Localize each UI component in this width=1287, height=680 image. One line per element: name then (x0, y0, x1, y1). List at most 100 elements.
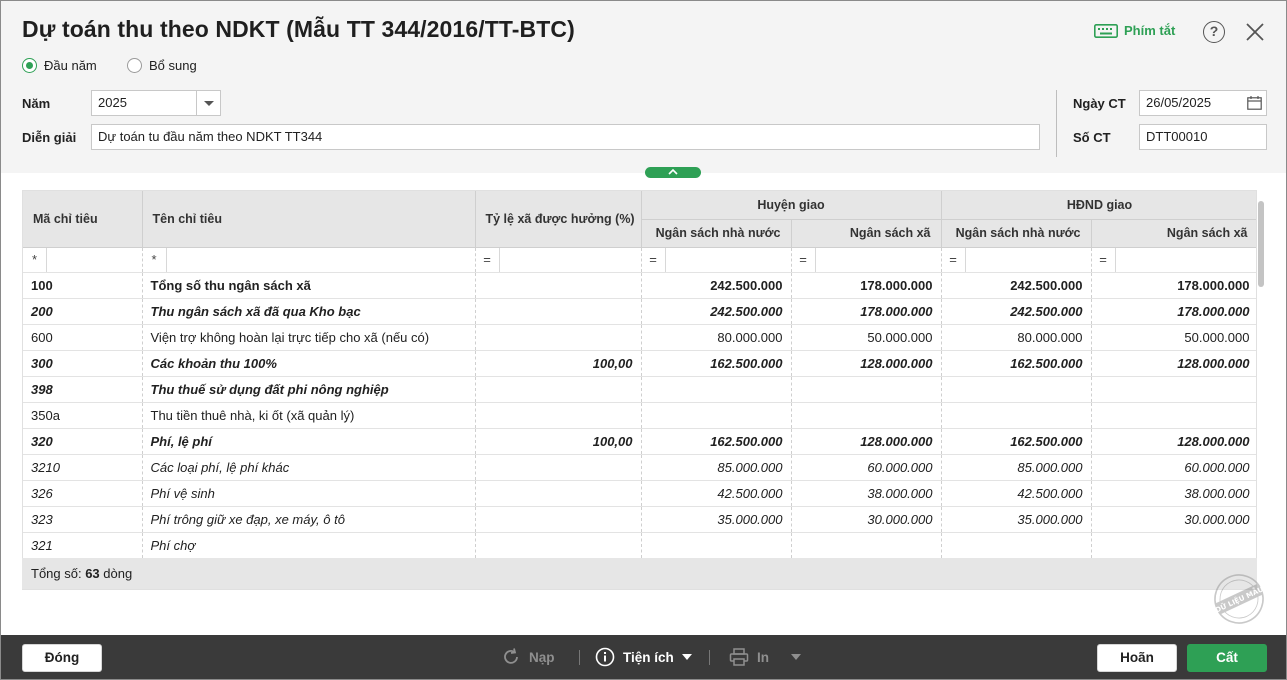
col-header-name[interactable]: Tên chỉ tiêu (142, 191, 476, 248)
cell-name[interactable]: Tổng số thu ngân sách xã (142, 272, 476, 299)
date-input[interactable]: 26/05/2025 (1139, 90, 1267, 116)
cell-huyen-commune[interactable]: 50.000.000 (791, 324, 942, 351)
cell-huyen-state[interactable]: 80.000.000 (641, 324, 792, 351)
cell-code[interactable]: 200 (23, 298, 143, 325)
cell-huyen-commune[interactable]: 30.000.000 (791, 506, 942, 533)
cell-huyen-commune[interactable]: 178.000.000 (791, 298, 942, 325)
cell-huyen-commune[interactable]: 128.000.000 (791, 428, 942, 455)
close-icon[interactable] (1244, 21, 1266, 43)
table-row[interactable]: 3210 Các loại phí, lệ phí khác 85.000.000 6… (23, 454, 1256, 481)
collapse-header-button[interactable] (645, 167, 701, 178)
cell-name[interactable]: Thu tiền thuê nhà, ki ốt (xã quản lý) (142, 402, 476, 429)
table-row[interactable]: 100 Tổng số thu ngân sách xã 242.500.000 17… (23, 272, 1256, 299)
close-button[interactable]: Đóng (22, 644, 102, 672)
cell-huyen-commune[interactable]: 128.000.000 (791, 350, 942, 377)
cell-hdnd-commune[interactable] (1091, 402, 1256, 429)
cell-code[interactable]: 600 (23, 324, 143, 351)
cell-hdnd-commune[interactable]: 38.000.000 (1091, 480, 1256, 507)
col-header-code[interactable]: Mã chỉ tiêu (23, 191, 143, 248)
cell-hdnd-commune[interactable]: 128.000.000 (1091, 350, 1256, 377)
col-header-ratio[interactable]: Tỷ lệ xã được hưởng (%) (475, 191, 642, 248)
table-row[interactable]: 323 Phí trông giữ xe đạp, xe máy, ô tô 35.… (23, 506, 1256, 533)
cell-name[interactable]: Các khoản thu 100% (142, 350, 476, 377)
cell-huyen-state[interactable] (641, 532, 792, 559)
cancel-button[interactable]: Hoãn (1097, 644, 1177, 672)
hotkey-link[interactable]: Phím tắt (1094, 23, 1175, 38)
cell-huyen-commune[interactable] (791, 532, 942, 559)
cell-ratio[interactable] (475, 480, 642, 507)
table-row[interactable]: 321 Phí chợ (23, 532, 1256, 559)
cell-hdnd-state[interactable] (941, 402, 1092, 429)
filter-operator[interactable]: * (23, 247, 47, 271)
cell-huyen-commune[interactable]: 178.000.000 (791, 272, 942, 299)
cell-ratio[interactable] (475, 506, 642, 533)
cell-huyen-state[interactable] (641, 376, 792, 403)
cell-ratio[interactable] (475, 298, 642, 325)
cell-huyen-state[interactable]: 242.500.000 (641, 298, 792, 325)
filter-cell-huyen-commune[interactable]: = (791, 247, 942, 273)
filter-operator[interactable]: = (476, 247, 500, 271)
cell-hdnd-state[interactable]: 35.000.000 (941, 506, 1092, 533)
cell-code[interactable]: 3210 (23, 454, 143, 481)
cell-name[interactable]: Phí vệ sinh (142, 480, 476, 507)
year-select[interactable]: 2025 (91, 90, 221, 116)
filter-cell-name[interactable]: * (142, 247, 476, 273)
cell-huyen-state[interactable]: 162.500.000 (641, 428, 792, 455)
radio-bo-sung[interactable]: Bổ sung (127, 58, 197, 73)
filter-cell-huyen-state[interactable]: = (641, 247, 792, 273)
print-button[interactable]: In (729, 647, 801, 667)
cell-hdnd-state[interactable]: 85.000.000 (941, 454, 1092, 481)
calendar-icon[interactable] (1247, 96, 1262, 110)
cell-ratio[interactable] (475, 532, 642, 559)
table-row[interactable]: 320 Phí, lệ phí 100,00 162.500.000 128.000.0… (23, 428, 1256, 455)
save-button[interactable]: Cất (1187, 644, 1267, 672)
cell-ratio[interactable]: 100,00 (475, 350, 642, 377)
cell-huyen-state[interactable] (641, 402, 792, 429)
docno-input[interactable]: DTT00010 (1139, 124, 1267, 150)
filter-operator[interactable]: = (1092, 247, 1116, 271)
cell-name[interactable]: Phí chợ (142, 532, 476, 559)
cell-hdnd-commune[interactable] (1091, 532, 1256, 559)
utilities-button[interactable]: Tiện ích (595, 647, 692, 667)
cell-code[interactable]: 300 (23, 350, 143, 377)
cell-code[interactable]: 398 (23, 376, 143, 403)
cell-huyen-state[interactable]: 42.500.000 (641, 480, 792, 507)
cell-hdnd-commune[interactable]: 178.000.000 (1091, 272, 1256, 299)
cell-huyen-commune[interactable]: 38.000.000 (791, 480, 942, 507)
table-row[interactable]: 200 Thu ngân sách xã đã qua Kho bạc 242.50… (23, 298, 1256, 325)
description-input[interactable]: Dự toán tu đầu năm theo NDKT TT344 (91, 124, 1040, 150)
cell-code[interactable]: 350a (23, 402, 143, 429)
cell-ratio[interactable] (475, 376, 642, 403)
filter-cell-hdnd-state[interactable]: = (941, 247, 1092, 273)
cell-name[interactable]: Phí trông giữ xe đạp, xe máy, ô tô (142, 506, 476, 533)
cell-code[interactable]: 323 (23, 506, 143, 533)
chevron-down-icon[interactable] (196, 91, 220, 115)
filter-operator[interactable]: = (642, 247, 666, 271)
filter-cell-code[interactable]: * (23, 247, 143, 273)
cell-hdnd-state[interactable]: 242.500.000 (941, 298, 1092, 325)
filter-cell-ratio[interactable]: = (475, 247, 642, 273)
cell-ratio[interactable] (475, 324, 642, 351)
cell-huyen-state[interactable]: 35.000.000 (641, 506, 792, 533)
table-row[interactable]: 600 Viện trợ không hoàn lại trực tiếp cho… (23, 324, 1256, 351)
table-row[interactable]: 300 Các khoản thu 100% 100,00 162.500.000 12… (23, 350, 1256, 377)
cell-huyen-commune[interactable] (791, 376, 942, 403)
cell-ratio[interactable] (475, 402, 642, 429)
cell-hdnd-state[interactable]: 242.500.000 (941, 272, 1092, 299)
vertical-scrollbar[interactable] (1258, 201, 1264, 287)
filter-cell-hdnd-commune[interactable]: = (1091, 247, 1256, 273)
cell-ratio[interactable]: 100,00 (475, 428, 642, 455)
table-row[interactable]: 326 Phí vệ sinh 42.500.000 38.000.000 42.500… (23, 480, 1256, 507)
cell-code[interactable]: 321 (23, 532, 143, 559)
cell-hdnd-commune[interactable] (1091, 376, 1256, 403)
cell-hdnd-state[interactable]: 162.500.000 (941, 428, 1092, 455)
cell-code[interactable]: 326 (23, 480, 143, 507)
cell-ratio[interactable] (475, 272, 642, 299)
cell-hdnd-state[interactable] (941, 376, 1092, 403)
col-header-huyen-commune[interactable]: Ngân sách xã (791, 219, 942, 248)
cell-huyen-state[interactable]: 242.500.000 (641, 272, 792, 299)
cell-hdnd-state[interactable] (941, 532, 1092, 559)
cell-hdnd-commune[interactable]: 50.000.000 (1091, 324, 1256, 351)
cell-huyen-commune[interactable] (791, 402, 942, 429)
cell-name[interactable]: Các loại phí, lệ phí khác (142, 454, 476, 481)
